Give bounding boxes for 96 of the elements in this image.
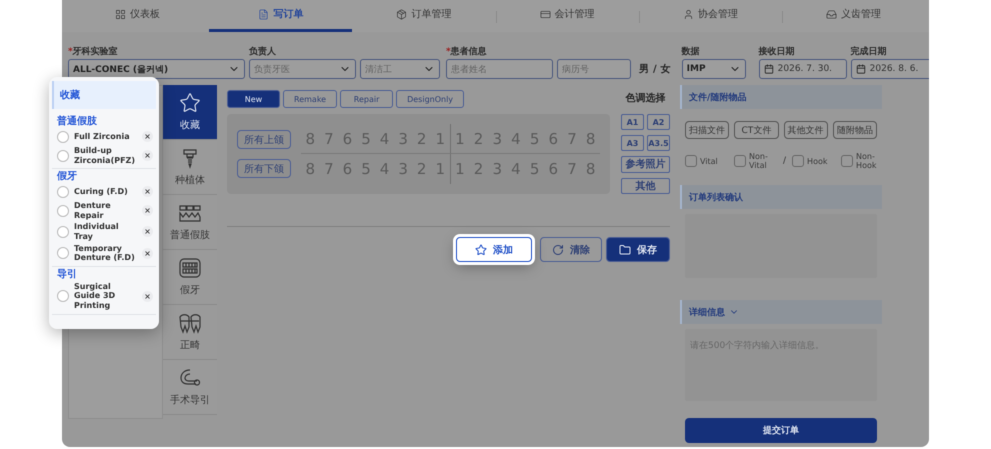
nav-tab[interactable]: 义齿管理 [782, 0, 926, 32]
favorite-item[interactable]: Surgical Guide 3D Printing [74, 282, 137, 311]
remove-icon[interactable] [142, 205, 153, 216]
checkbox[interactable] [734, 155, 746, 167]
data-select[interactable]: IMP [682, 59, 746, 79]
dentist-select[interactable]: 负责牙医 [249, 59, 356, 79]
lab-select[interactable]: ALL-CONEC (올커넥) [68, 59, 245, 79]
remove-icon[interactable] [142, 131, 153, 142]
document-icon [258, 8, 270, 20]
remove-icon[interactable] [142, 226, 153, 238]
add-favorite-button[interactable]: 添加 [456, 237, 532, 262]
shade-button[interactable]: A3 [621, 135, 644, 151]
favorite-item[interactable]: Denture Repair [74, 201, 137, 220]
gender-option[interactable]: 男 [639, 62, 649, 76]
star-icon [179, 92, 201, 114]
checkbox-label: Vital [700, 156, 719, 166]
shade-button[interactable]: A1 [621, 114, 644, 130]
shade-button[interactable]: A3.5 [647, 135, 670, 151]
group-label: 导引 [56, 268, 78, 281]
nav-tab[interactable]: 仪表板 [66, 0, 210, 32]
checkbox-label: Non-Hook [856, 152, 878, 170]
favorite-item[interactable]: Temporary Denture (F.D) [74, 244, 137, 263]
calendar-icon [764, 64, 774, 74]
group-label: 普通假肢 [56, 114, 98, 128]
order-type-button[interactable]: Repair [340, 90, 394, 108]
field-label: 完成日期 [850, 45, 888, 57]
order-type-button[interactable]: DesignOnly [396, 90, 464, 108]
radio-circle[interactable] [57, 130, 69, 142]
shade-button[interactable]: 其他 [621, 178, 670, 194]
shade-title: 色调选择 [624, 92, 666, 105]
grid-icon [115, 8, 126, 20]
favorite-item[interactable]: Curing (F.D) [74, 186, 137, 196]
file-button[interactable]: 其他文件 [784, 121, 828, 139]
file-button[interactable]: CT文件 [734, 121, 778, 139]
section-header: 文件/随附物品 [680, 85, 882, 109]
favorite-item[interactable]: Build-up Zirconia(PFZ) [74, 146, 137, 166]
radio-circle[interactable] [57, 186, 69, 198]
gender-option[interactable]: 女 [660, 62, 671, 76]
file-button[interactable]: 扫描文件 [685, 121, 730, 139]
radio-circle[interactable] [57, 226, 69, 238]
shade-button[interactable]: 参考照片 [621, 156, 670, 172]
favorite-item[interactable]: Individual Tray [74, 222, 137, 242]
separator-text: / [783, 156, 786, 166]
checkbox-label: Hook [807, 156, 828, 166]
denture-icon [178, 257, 202, 279]
remove-icon[interactable] [142, 150, 153, 162]
order-type-button[interactable]: Remake [283, 90, 338, 108]
star-icon [475, 244, 487, 256]
user-icon [682, 8, 694, 20]
field-label: *牙科实验室 [68, 45, 119, 57]
field-label: 数据 [682, 46, 701, 57]
remove-icon[interactable] [142, 248, 153, 259]
date-field[interactable]: 2026. 8. 6. [850, 59, 929, 79]
record-number-field[interactable]: 病历号 [557, 59, 631, 79]
checkbox[interactable] [841, 155, 854, 167]
shade-button[interactable]: A2 [647, 114, 670, 130]
remove-icon[interactable] [142, 186, 153, 198]
submit-button[interactable]: 提交订单 [685, 418, 877, 443]
nav-tab[interactable]: 协会管理 [638, 0, 782, 32]
radio-circle[interactable] [57, 247, 69, 260]
save-button[interactable]: 保存 [606, 237, 670, 262]
section-header: 订单列表确认 [680, 185, 882, 209]
category-tab[interactable]: 收藏 [163, 85, 217, 140]
box-icon [396, 8, 408, 20]
upper-jaw-button[interactable]: 所有上颌 [237, 130, 291, 149]
radio-circle[interactable] [57, 204, 69, 217]
checkbox[interactable] [685, 155, 697, 167]
gender-separator: / [653, 64, 657, 74]
checkbox[interactable] [792, 155, 804, 167]
tray-icon [826, 8, 837, 20]
radio-circle[interactable] [57, 150, 69, 162]
remove-icon[interactable] [142, 290, 153, 302]
braces-teeth-icon [178, 312, 202, 334]
favorite-item[interactable]: Full Zirconia [74, 132, 137, 142]
field-label: 接收日期 [758, 45, 796, 57]
cleaner-select[interactable]: 清洁工 [360, 59, 440, 79]
refresh-icon [552, 244, 564, 256]
details-header[interactable]: 详细信息 [680, 300, 882, 324]
calendar-icon [856, 64, 866, 74]
popup-title: 收藏 [52, 81, 156, 109]
card-icon [540, 8, 551, 20]
order-type-button[interactable]: New [227, 90, 280, 108]
nav-tab[interactable]: 会计管理 [496, 0, 639, 32]
field-label: *患者信息 [446, 45, 488, 57]
folder-icon [619, 244, 631, 256]
checkbox-label: Non-Vital [749, 152, 769, 170]
nav-tab[interactable]: 写订单 [209, 0, 352, 32]
file-button[interactable]: 随附物品 [832, 121, 877, 139]
lower-jaw-button[interactable]: 所有下颌 [237, 159, 291, 178]
radio-circle[interactable] [57, 290, 69, 302]
date-field[interactable]: 2026. 7. 30. [758, 59, 847, 79]
nav-tab[interactable]: 订单管理 [352, 0, 496, 32]
clear-button[interactable]: 清除 [540, 237, 602, 262]
patient-name-field[interactable]: 患者姓名 [446, 59, 553, 79]
group-label: 假牙 [56, 170, 78, 184]
field-label: 负责人 [249, 45, 277, 57]
